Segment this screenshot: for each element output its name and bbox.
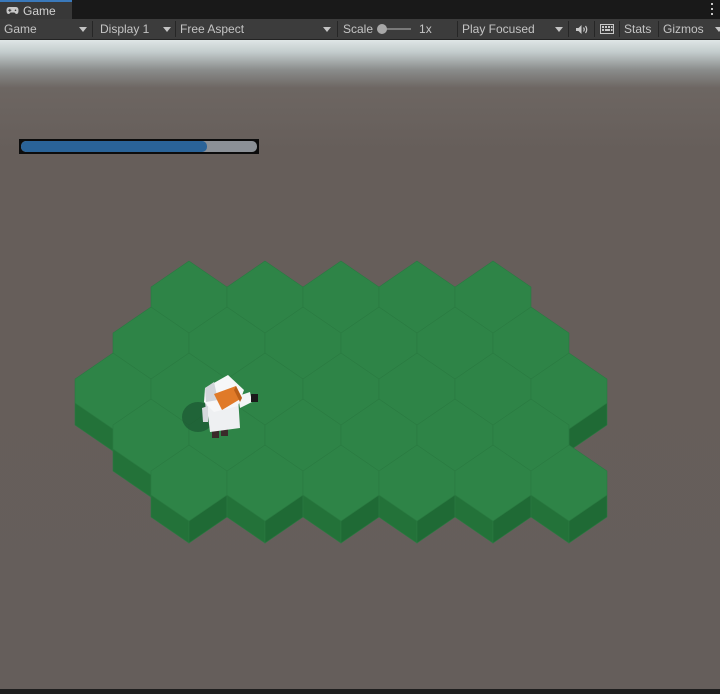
chevron-down-icon — [555, 27, 563, 32]
play-mode-label: Play Focused — [462, 22, 535, 36]
aspect-label: Free Aspect — [180, 22, 245, 36]
shortcuts-button[interactable] — [595, 19, 619, 39]
chevron-down-icon — [715, 27, 720, 32]
gizmos-dropdown[interactable]: Gizmos — [659, 19, 720, 39]
aspect-dropdown[interactable]: Free Aspect — [176, 19, 336, 39]
chevron-down-icon — [163, 27, 171, 32]
play-mode-dropdown[interactable]: Play Focused — [458, 19, 568, 39]
display-label: Display 1 — [100, 22, 150, 36]
chevron-down-icon — [323, 27, 331, 32]
game-viewport[interactable] — [0, 40, 720, 689]
bottom-border — [0, 689, 720, 694]
view-mode-label: Game — [4, 22, 37, 36]
stats-button[interactable]: Stats — [620, 19, 658, 39]
tab-label: Game — [23, 3, 56, 18]
keyboard-icon — [600, 24, 614, 34]
scale-label: Scale — [343, 22, 374, 36]
gizmos-label: Gizmos — [663, 22, 704, 36]
tab-game[interactable]: Game — [0, 0, 72, 19]
scale-slider[interactable] — [377, 24, 412, 34]
scale-value: 1x — [419, 22, 432, 36]
stats-label: Stats — [624, 22, 652, 36]
gamepad-icon — [6, 7, 19, 14]
scale-control[interactable]: Scale 1x — [338, 19, 456, 39]
view-mode-dropdown[interactable]: Game — [0, 19, 92, 39]
tab-bar: Game — [0, 0, 720, 19]
health-bar — [19, 139, 259, 154]
scale-slider-handle[interactable] — [377, 24, 388, 34]
astronaut-icon — [182, 375, 258, 438]
chevron-down-icon — [79, 27, 87, 32]
health-bar-track — [21, 141, 257, 152]
speaker-icon — [575, 24, 587, 34]
more-options-icon[interactable] — [711, 3, 714, 15]
game-toolbar: Game Display 1 Free Aspect Scale 1x Play… — [0, 19, 720, 40]
health-bar-fill — [21, 141, 208, 152]
mute-audio-button[interactable] — [569, 19, 594, 39]
display-dropdown[interactable]: Display 1 — [93, 19, 175, 39]
